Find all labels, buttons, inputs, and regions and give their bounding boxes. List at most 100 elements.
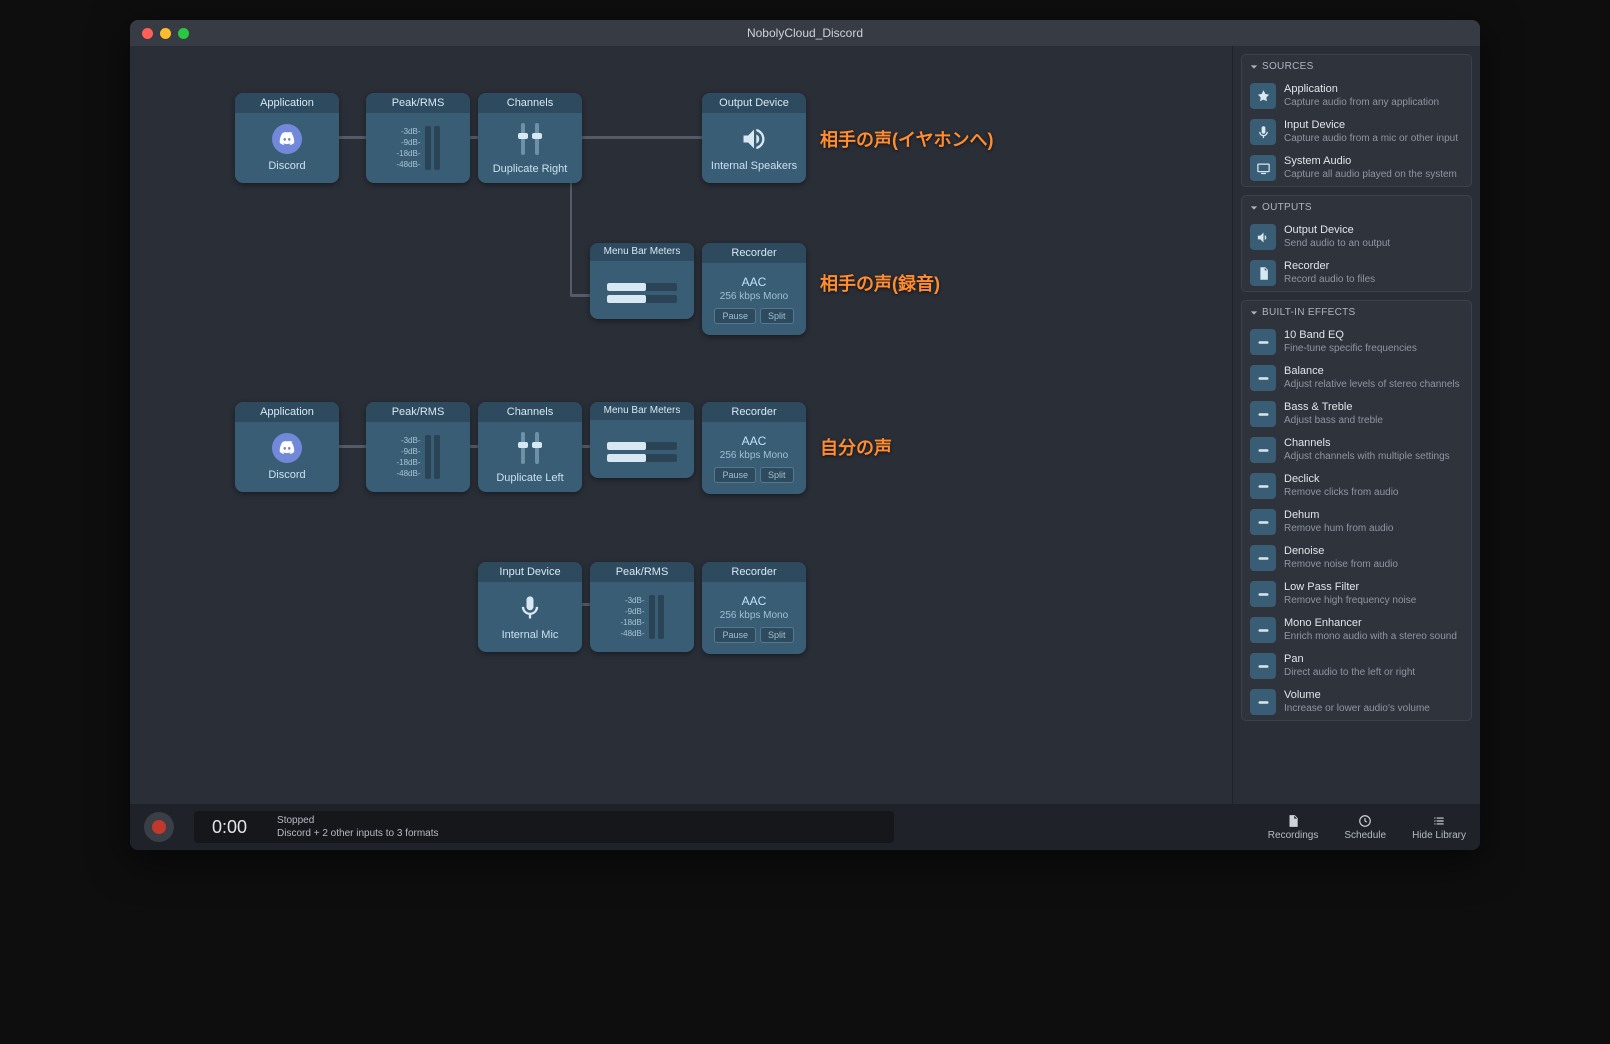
canvas[interactable]: Application Discord Peak/RMS -3dB- -9dB-… [130,46,1232,804]
recorder-format: AAC [742,594,767,608]
status-line: Discord + 2 other inputs to 3 formats [277,827,438,840]
node-peak-rms[interactable]: Peak/RMS -3dB- -9dB- -18dB- -48dB- [366,93,470,183]
node-recorder[interactable]: Recorder AAC 256 kbps Mono Pause Split [702,243,806,335]
node-title: Application [235,93,339,113]
node-channels[interactable]: Channels Duplicate Left [478,402,582,492]
library-item[interactable]: 10 Band EQFine-tune specific frequencies [1242,324,1471,360]
annotation: 自分の声 [820,434,892,460]
node-peak-rms[interactable]: Peak/RMS -3dB- -9dB- -18dB- -48dB- [366,402,470,492]
window-controls [142,28,189,39]
split-button[interactable]: Split [760,308,794,324]
library-item-icon [1250,581,1276,607]
section-heading[interactable]: OUTPUTS [1242,196,1471,219]
recorder-rate: 256 kbps Mono [720,450,788,461]
split-button[interactable]: Split [760,467,794,483]
meter-label: -48dB- [620,628,644,639]
node-output-device[interactable]: Output Device Internal Speakers [702,93,806,183]
library-item-icon [1250,617,1276,643]
library-item-sub: Send audio to an output [1284,237,1390,250]
node-menubar-meters[interactable]: Menu Bar Meters [590,243,694,319]
hide-library-button[interactable]: Hide Library [1412,814,1466,841]
library-sidebar: SOURCES ApplicationCapture audio from an… [1232,46,1480,804]
record-button[interactable] [144,812,174,842]
library-item-name: Bass & Treble [1284,401,1383,414]
library-item-icon [1250,155,1276,181]
library-item[interactable]: RecorderRecord audio to files [1242,255,1471,291]
library-item[interactable]: System AudioCapture all audio played on … [1242,150,1471,186]
library-item[interactable]: DehumRemove hum from audio [1242,504,1471,540]
library-item[interactable]: Bass & TrebleAdjust bass and treble [1242,396,1471,432]
microphone-icon [516,594,544,627]
node-label: Internal Mic [502,629,559,641]
library-item-sub: Adjust channels with multiple settings [1284,450,1450,463]
library-item[interactable]: PanDirect audio to the left or right [1242,648,1471,684]
library-item[interactable]: Mono EnhancerEnrich mono audio with a st… [1242,612,1471,648]
meter-label: -3dB- [396,126,420,137]
pause-button[interactable]: Pause [714,467,756,483]
speaker-icon [740,125,768,158]
timer: 0:00 [212,817,247,838]
library-item[interactable]: VolumeIncrease or lower audio's volume [1242,684,1471,720]
meter-label: -18dB- [396,148,420,159]
library-item-icon [1250,545,1276,571]
close-icon[interactable] [142,28,153,39]
meter-label: -48dB- [396,159,420,170]
peak-meter: -3dB- -9dB- -18dB- -48dB- [388,123,448,173]
library-item[interactable]: BalanceAdjust relative levels of stereo … [1242,360,1471,396]
library-item[interactable]: Output DeviceSend audio to an output [1242,219,1471,255]
library-item[interactable]: ApplicationCapture audio from any applic… [1242,78,1471,114]
library-item-name: Mono Enhancer [1284,617,1457,630]
split-button[interactable]: Split [760,627,794,643]
node-title: Peak/RMS [366,402,470,422]
annotation: 相手の声(イヤホンへ) [820,126,993,152]
node-recorder[interactable]: Recorder AAC 256 kbps Mono Pause Split [702,402,806,494]
library-item-sub: Remove hum from audio [1284,522,1394,535]
pause-button[interactable]: Pause [714,627,756,643]
library-item-name: Input Device [1284,119,1458,132]
library-item-sub: Enrich mono audio with a stereo sound [1284,630,1457,643]
library-item-icon [1250,365,1276,391]
peak-meter: -3dB- -9dB- -18dB- -48dB- [612,592,672,642]
library-item-name: Denoise [1284,545,1398,558]
library-item[interactable]: ChannelsAdjust channels with multiple se… [1242,432,1471,468]
status-box: 0:00 Stopped Discord + 2 other inputs to… [194,811,894,843]
node-application[interactable]: Application Discord [235,93,339,183]
library-item-icon [1250,401,1276,427]
recorder-rate: 256 kbps Mono [720,610,788,621]
node-label: Discord [268,469,305,481]
library-item-icon [1250,653,1276,679]
library-item-sub: Remove clicks from audio [1284,486,1398,499]
schedule-button[interactable]: Schedule [1344,814,1386,841]
node-channels[interactable]: Channels Duplicate Right [478,93,582,183]
library-item[interactable]: DeclickRemove clicks from audio [1242,468,1471,504]
library-item-sub: Direct audio to the left or right [1284,666,1415,679]
library-item[interactable]: Low Pass FilterRemove high frequency noi… [1242,576,1471,612]
node-title: Menu Bar Meters [590,402,694,420]
recordings-button[interactable]: Recordings [1268,814,1319,841]
meter-label: -9dB- [396,137,420,148]
library-item-name: Volume [1284,689,1430,702]
library-item-sub: Adjust relative levels of stereo channel… [1284,378,1460,391]
section-heading[interactable]: BUILT-IN EFFECTS [1242,301,1471,324]
node-menubar-meters[interactable]: Menu Bar Meters [590,402,694,478]
library-item[interactable]: Input DeviceCapture audio from a mic or … [1242,114,1471,150]
node-peak-rms[interactable]: Peak/RMS -3dB- -9dB- -18dB- -48dB- [590,562,694,652]
node-application[interactable]: Application Discord [235,402,339,492]
library-item-icon [1250,260,1276,286]
node-title: Channels [478,402,582,422]
library-item-name: System Audio [1284,155,1457,168]
library-item[interactable]: DenoiseRemove noise from audio [1242,540,1471,576]
library-item-name: Balance [1284,365,1460,378]
pause-button[interactable]: Pause [714,308,756,324]
titlebar[interactable]: NobolyCloud_Discord [130,20,1480,46]
node-recorder[interactable]: Recorder AAC 256 kbps Mono Pause Split [702,562,806,654]
minimize-icon[interactable] [160,28,171,39]
node-input-device[interactable]: Input Device Internal Mic [478,562,582,652]
zoom-icon[interactable] [178,28,189,39]
node-title: Menu Bar Meters [590,243,694,261]
library-item-sub: Capture audio from any application [1284,96,1439,109]
section-heading[interactable]: SOURCES [1242,55,1471,78]
peak-meter: -3dB- -9dB- -18dB- -48dB- [388,432,448,482]
file-icon [1286,814,1300,828]
library-item-icon [1250,437,1276,463]
